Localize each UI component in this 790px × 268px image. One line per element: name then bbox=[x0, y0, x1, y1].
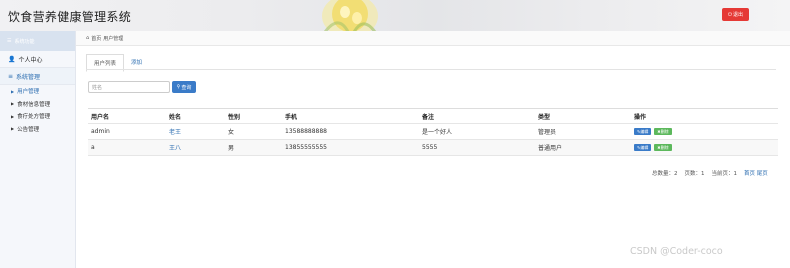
column-header: 用户名 bbox=[91, 113, 110, 121]
logout-button[interactable]: ⏻ 退出 bbox=[722, 8, 749, 21]
edit-button[interactable]: ✎ 编辑 bbox=[634, 128, 652, 135]
actions-cell: ✎ 编辑 ✖ 删除 bbox=[631, 144, 778, 151]
list-icon: ≡ bbox=[8, 72, 14, 80]
sidebar-item-food-info[interactable]: ▶ 食材信息管理 bbox=[0, 98, 75, 111]
tab-divider bbox=[86, 69, 776, 70]
power-icon: ⏻ bbox=[728, 11, 732, 18]
sidebar-section-system[interactable]: ≡ 系统管理 bbox=[0, 68, 75, 85]
menu-icon: ☰ bbox=[7, 38, 12, 44]
username-cell: admin bbox=[91, 128, 110, 135]
last-page-link[interactable]: 尾页 bbox=[757, 171, 768, 177]
column-header: 备注 bbox=[422, 113, 435, 121]
breadcrumb-current: 用户管理 bbox=[103, 35, 124, 42]
user-icon: 👤 bbox=[8, 55, 16, 63]
delete-button[interactable]: ✖ 删除 bbox=[654, 128, 672, 135]
phone-cell: 13588888888 bbox=[285, 128, 327, 135]
column-header: 手机 bbox=[285, 113, 298, 121]
pagination: 总数量：2 页数：1 当前页：1 首页 尾页 bbox=[652, 169, 768, 177]
sidebar-item-diet-prescription[interactable]: ▶ 食疗处方管理 bbox=[0, 110, 75, 123]
username-cell: a bbox=[91, 144, 95, 151]
search-icon: ⚲ bbox=[176, 84, 181, 90]
name-link[interactable]: 王八 bbox=[166, 143, 225, 152]
main-content: ⌂ 首页 用户管理 用户列表 添加 姓名 ⚲ 查询 用户名 姓名 性别 手机 备… bbox=[76, 31, 790, 268]
column-header: 类型 bbox=[538, 113, 551, 121]
edit-button[interactable]: ✎ 编辑 bbox=[634, 144, 652, 151]
caret-right-icon: ▶ bbox=[11, 88, 15, 94]
app-header: 饮食营养健康管理系统 ⏻ 退出 bbox=[0, 0, 790, 31]
table-row: admin 老王 女 13588888888 是一个好人 管理员 ✎ 编辑 ✖ 删除 bbox=[88, 124, 778, 140]
caret-right-icon: ▶ bbox=[11, 126, 15, 132]
sidebar-header: ☰ 系统功能 bbox=[0, 31, 75, 51]
watermark: CSDN @Coder-coco bbox=[630, 246, 723, 257]
sidebar-section-personal[interactable]: 👤 个人中心 bbox=[0, 51, 75, 68]
caret-right-icon: ▶ bbox=[11, 113, 15, 119]
search-input[interactable]: 姓名 bbox=[88, 81, 170, 93]
total-count: 总数量：2 bbox=[652, 171, 678, 177]
breadcrumb: ⌂ 首页 用户管理 bbox=[76, 31, 790, 46]
actions-cell: ✎ 编辑 ✖ 删除 bbox=[631, 128, 778, 135]
phone-cell: 13855555555 bbox=[285, 144, 327, 151]
user-table: 用户名 姓名 性别 手机 备注 类型 操作 admin 老王 女 1358888… bbox=[88, 108, 778, 156]
first-page-link[interactable]: 首页 尾页 bbox=[744, 169, 768, 177]
column-header: 操作 bbox=[634, 113, 647, 121]
column-header: 性别 bbox=[228, 113, 241, 121]
delete-button[interactable]: ✖ 删除 bbox=[654, 144, 672, 151]
search-button[interactable]: ⚲ 查询 bbox=[172, 81, 196, 93]
note-cell: 5555 bbox=[422, 144, 438, 151]
table-header-row: 用户名 姓名 性别 手机 备注 类型 操作 bbox=[88, 109, 778, 124]
type-cell: 普通用户 bbox=[538, 145, 563, 152]
current-page: 当前页：1 bbox=[711, 171, 738, 177]
gender-cell: 女 bbox=[228, 129, 235, 136]
sidebar-item-user-management[interactable]: ▶ 用户管理 bbox=[0, 85, 75, 98]
gender-cell: 男 bbox=[228, 145, 235, 152]
page-count: 页数：1 bbox=[684, 171, 705, 177]
sidebar: ☰ 系统功能 👤 个人中心 ≡ 系统管理 ▶ 用户管理 ▶ 食材信息管理 ▶ 食… bbox=[0, 31, 76, 268]
home-icon: ⌂ bbox=[86, 35, 90, 41]
breadcrumb-home[interactable]: 首页 bbox=[91, 35, 101, 42]
caret-right-icon: ▶ bbox=[11, 101, 15, 107]
name-link[interactable]: 老王 bbox=[166, 127, 225, 136]
note-cell: 是一个好人 bbox=[422, 129, 453, 136]
type-cell: 管理员 bbox=[538, 129, 557, 136]
corn-banner-image bbox=[322, 0, 378, 31]
app-title: 饮食营养健康管理系统 bbox=[8, 10, 132, 24]
column-header: 姓名 bbox=[169, 113, 182, 121]
sidebar-item-announcements[interactable]: ▶ 公告管理 bbox=[0, 123, 75, 136]
table-row: a 王八 男 13855555555 5555 普通用户 ✎ 编辑 ✖ 删除 bbox=[88, 140, 778, 156]
